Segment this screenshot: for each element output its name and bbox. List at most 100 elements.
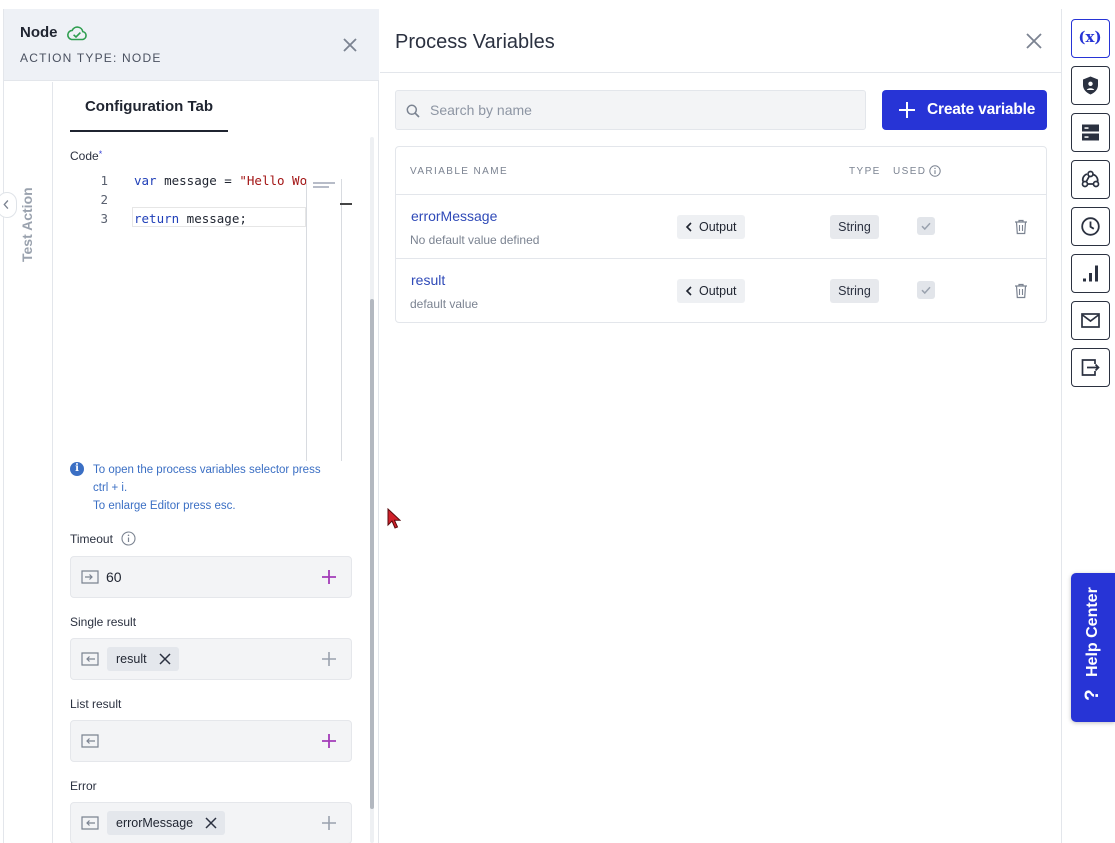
cloud-check-icon (67, 26, 87, 41)
direction-badge[interactable]: Output (677, 279, 745, 303)
timeout-field[interactable]: 60 (70, 556, 352, 598)
remove-chip-icon[interactable] (159, 653, 171, 665)
code-minimap[interactable] (306, 179, 342, 461)
mouse-pointer-icon (387, 508, 401, 529)
code-label: Code* (70, 149, 102, 163)
code-line: 2 (70, 190, 310, 209)
variable-default: No default value defined (410, 233, 540, 247)
variable-chip-label: result (116, 652, 147, 666)
analytics-button[interactable] (1071, 254, 1110, 293)
security-button[interactable] (1071, 66, 1110, 105)
close-icon[interactable] (1024, 31, 1044, 51)
plus-icon (899, 102, 915, 118)
server-icon (1082, 124, 1099, 141)
output-param-icon (81, 816, 99, 830)
webhook-button[interactable] (1071, 160, 1110, 199)
type-badge: String (830, 215, 879, 239)
shield-icon (1083, 76, 1098, 95)
variable-chip: errorMessage (107, 811, 226, 835)
delete-icon[interactable] (1014, 283, 1028, 299)
column-header-name: VARIABLE NAME (410, 166, 509, 177)
node-title: Node (20, 24, 58, 41)
output-param-icon (81, 652, 99, 666)
table-row: errorMessage No default value defined Ou… (396, 194, 1046, 258)
info-icon: i (70, 462, 84, 476)
timeout-value: 60 (106, 569, 122, 585)
line-number: 1 (100, 173, 108, 188)
editor-info-hint: i To open the process variables selector… (70, 461, 360, 515)
column-header-used: USED (893, 166, 927, 177)
single-result-field[interactable]: result (70, 638, 352, 680)
required-mark: * (98, 149, 103, 159)
error-field[interactable]: errorMessage (70, 802, 352, 843)
process-variables-panel: Process Variables Create variable VARIAB… (380, 9, 1062, 843)
error-label: Error (70, 779, 97, 793)
export-button[interactable] (1071, 348, 1110, 387)
check-icon (921, 286, 931, 295)
chevron-left-icon (685, 222, 692, 232)
variables-button[interactable]: (x) (1071, 19, 1110, 58)
info-hint-line: To open the process variables selector p… (93, 464, 321, 476)
input-param-icon (81, 570, 99, 584)
chevron-left-icon (3, 200, 9, 210)
search-box[interactable] (395, 90, 866, 130)
question-icon: ? (1082, 689, 1103, 701)
side-tab-strip: Test Action (0, 82, 53, 843)
webhook-icon (1081, 170, 1100, 188)
add-icon[interactable] (321, 569, 337, 585)
remove-chip-icon[interactable] (205, 817, 217, 829)
node-action-type: ACTION TYPE: NODE (20, 51, 162, 65)
panel-scrollbar-thumb[interactable] (370, 299, 374, 809)
add-icon[interactable] (321, 733, 337, 749)
line-code: var message = "Hello Wo (134, 171, 307, 190)
tab-configuration[interactable]: Configuration Tab (70, 82, 228, 132)
close-icon[interactable] (341, 36, 359, 54)
tab-test-action[interactable]: Test Action (19, 187, 35, 262)
info-hint-line: ctrl + i. (93, 482, 128, 494)
delete-icon[interactable] (1014, 219, 1028, 235)
timeout-label: Timeout (70, 532, 113, 546)
variable-name-link[interactable]: result (411, 272, 445, 288)
direction-badge[interactable]: Output (677, 215, 745, 239)
clock-icon (1081, 217, 1100, 236)
code-text: message = (156, 173, 240, 188)
code-editor[interactable]: 1 var message = "Hello Wo 2 3 return mes… (70, 169, 354, 461)
panel-title: Process Variables (395, 31, 555, 53)
node-header: Node ACTION TYPE: NODE (4, 9, 379, 81)
help-center-button[interactable]: Help Center ? (1071, 573, 1115, 722)
list-result-field[interactable] (70, 720, 352, 762)
timeout-info-icon[interactable] (121, 531, 136, 546)
type-badge: String (830, 279, 879, 303)
code-label-text: Code (70, 149, 99, 163)
export-icon (1081, 359, 1100, 376)
code-line: 1 var message = "Hello Wo (70, 171, 310, 190)
variables-table: VARIABLE NAME TYPE USED errorMessage No … (395, 146, 1047, 323)
code-string: "Hello Wo (239, 173, 308, 188)
variable-name-link[interactable]: errorMessage (411, 208, 497, 224)
variables-icon: (x) (1078, 28, 1102, 46)
add-icon[interactable] (321, 651, 337, 667)
create-variable-button[interactable]: Create variable (882, 90, 1047, 130)
search-icon (406, 104, 420, 118)
info-icon[interactable] (929, 165, 941, 177)
line-number: 3 (100, 211, 108, 226)
code-line: 3 return message; (70, 209, 310, 228)
line-code: return message; (134, 209, 247, 228)
line-number: 2 (100, 192, 108, 207)
collapse-panel-button[interactable] (0, 192, 17, 218)
variable-chip: result (107, 647, 179, 671)
email-button[interactable] (1071, 301, 1110, 340)
analytics-icon (1083, 265, 1098, 282)
used-checkbox (917, 281, 935, 299)
add-icon[interactable] (321, 815, 337, 831)
search-input[interactable] (430, 91, 850, 129)
timer-button[interactable] (1071, 207, 1110, 246)
list-result-label: List result (70, 697, 122, 711)
info-hint-line: To enlarge Editor press esc. (93, 500, 236, 512)
divider (380, 72, 1062, 73)
used-checkbox (917, 217, 935, 235)
data-source-button[interactable] (1071, 113, 1110, 152)
direction-label: Output (699, 284, 737, 298)
output-param-icon (81, 734, 99, 748)
node-config-panel: Node ACTION TYPE: NODE Test Action Confi… (0, 9, 379, 843)
